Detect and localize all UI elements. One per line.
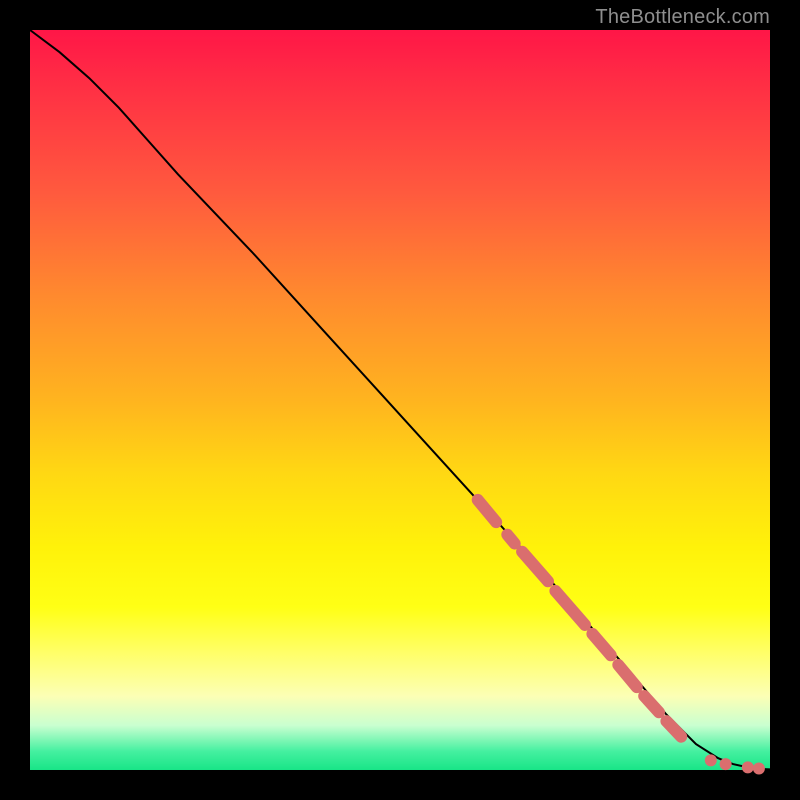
highlight-segment — [522, 552, 548, 582]
highlight-dot — [720, 758, 732, 770]
highlight-segment — [666, 721, 681, 737]
highlight-dot — [742, 761, 754, 773]
highlight-dot — [705, 754, 717, 766]
highlight-segment — [644, 696, 659, 712]
watermark-label: TheBottleneck.com — [595, 6, 770, 29]
highlight-segment — [618, 665, 637, 687]
curve-line — [30, 30, 770, 769]
chart-frame: TheBottleneck.com — [0, 0, 800, 800]
highlight-segments — [478, 500, 682, 737]
chart-overlay — [30, 30, 770, 770]
highlight-dot — [753, 763, 765, 775]
highlight-segment — [507, 535, 514, 544]
highlight-segment — [592, 634, 611, 655]
highlight-segment — [555, 591, 585, 625]
highlight-segment — [478, 500, 497, 522]
